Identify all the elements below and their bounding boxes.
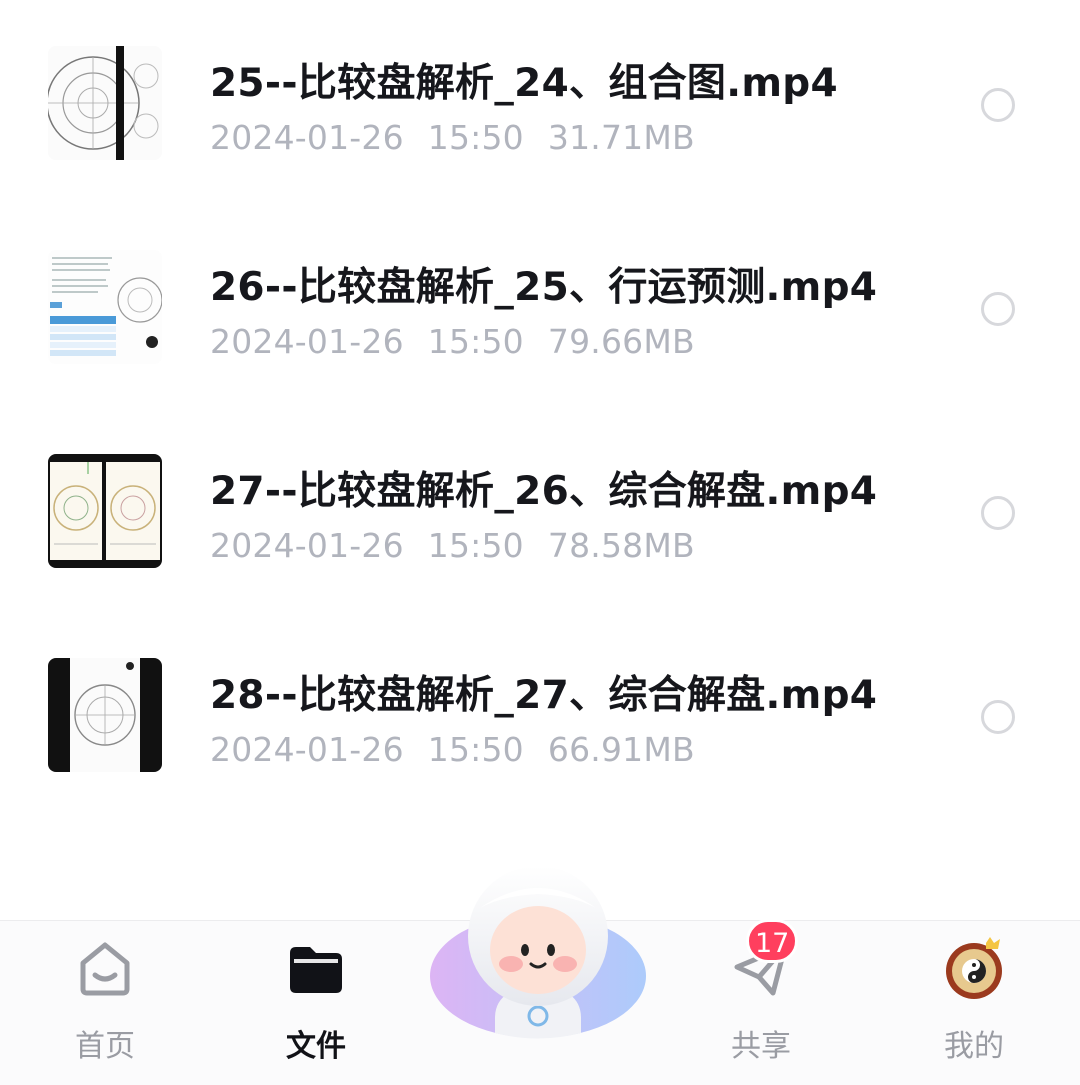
file-date: 2024-01-26	[210, 526, 404, 565]
share-badge: 17	[746, 919, 799, 963]
file-meta: 2024-01-26 15:50 79.66MB	[210, 322, 719, 361]
tab-home[interactable]: 首页	[40, 921, 170, 1085]
avatar	[942, 937, 1006, 1001]
video-thumbnail	[48, 46, 162, 160]
file-name: 25--比较盘解析_24、组合图.mp4	[210, 61, 838, 106]
file-name: 28--比较盘解析_27、综合解盘.mp4	[210, 673, 878, 718]
mascot-icon	[430, 866, 646, 1039]
tab-mine-label: 我的	[944, 1029, 1004, 1064]
video-thumbnail	[48, 658, 162, 772]
file-row[interactable]: 26--比较盘解析_25、行运预测.mp4 2024-01-26 15:50 79.…	[0, 250, 1080, 416]
file-size: 31.71MB	[547, 118, 695, 157]
file-row[interactable]: 27--比较盘解析_26、综合解盘.mp4 2024-01-26 15:50 78.…	[0, 454, 1080, 620]
file-date: 2024-01-26	[210, 730, 404, 769]
file-size: 66.91MB	[547, 730, 695, 769]
tab-home-label: 首页	[75, 1029, 135, 1064]
tab-files-label: 文件	[286, 1029, 346, 1064]
tab-share-label: 共享	[731, 1029, 791, 1064]
video-thumbnail	[48, 250, 162, 364]
video-thumbnail	[48, 454, 162, 568]
file-time: 15:50	[427, 730, 524, 769]
select-radio[interactable]	[981, 700, 1015, 734]
tab-share[interactable]: 17 共享	[696, 919, 826, 1085]
file-meta: 2024-01-26 15:50 31.71MB	[210, 118, 719, 157]
select-radio[interactable]	[981, 496, 1015, 530]
home-icon	[73, 937, 137, 1001]
file-time: 15:50	[427, 118, 524, 157]
file-row[interactable]: 28--比较盘解析_27、综合解盘.mp4 2024-01-26 15:50 66.…	[0, 658, 1080, 824]
file-meta: 2024-01-26 15:50 66.91MB	[210, 730, 719, 769]
tab-mine[interactable]: 我的	[909, 921, 1039, 1085]
select-radio[interactable]	[981, 292, 1015, 326]
file-date: 2024-01-26	[210, 118, 404, 157]
file-name: 26--比较盘解析_25、行运预测.mp4	[210, 265, 878, 310]
file-name: 27--比较盘解析_26、综合解盘.mp4	[210, 469, 878, 514]
file-size: 79.66MB	[547, 322, 695, 361]
file-meta: 2024-01-26 15:50 78.58MB	[210, 526, 719, 565]
file-time: 15:50	[427, 526, 524, 565]
select-radio[interactable]	[981, 88, 1015, 122]
file-size: 78.58MB	[547, 526, 695, 565]
folder-icon	[284, 937, 348, 1001]
file-date: 2024-01-26	[210, 322, 404, 361]
file-time: 15:50	[427, 322, 524, 361]
tab-files[interactable]: 文件	[251, 921, 381, 1085]
file-row[interactable]: 25--比较盘解析_24、组合图.mp4 2024-01-26 15:50 31.7…	[0, 46, 1080, 212]
assistant-mascot-button[interactable]	[425, 858, 655, 1048]
